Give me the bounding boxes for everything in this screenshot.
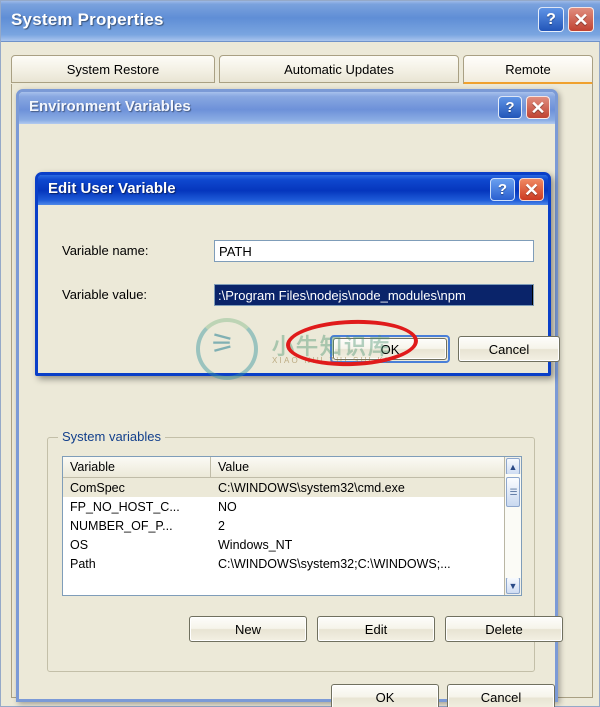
- environment-variables-titlebar: Environment Variables ? ✕: [19, 92, 555, 124]
- edit-user-variable-titlebar: Edit User Variable ? ✕: [38, 175, 548, 205]
- tab-system-restore[interactable]: System Restore: [11, 55, 215, 83]
- environment-variables-footer: OK Cancel: [19, 684, 555, 707]
- environment-variables-titlebar-buttons: ? ✕: [498, 96, 550, 119]
- system-variables-header-row: Variable Value: [63, 457, 521, 478]
- cancel-button[interactable]: Cancel: [458, 336, 560, 362]
- edit-user-variable-titlebar-buttons: ? ✕: [490, 178, 544, 201]
- close-glyph: ✕: [573, 9, 589, 30]
- system-variables-group: System variables Variable Value ComSpec …: [47, 429, 563, 672]
- help-icon[interactable]: ?: [498, 96, 522, 119]
- table-row[interactable]: NUMBER_OF_P... 2: [63, 516, 521, 535]
- edit-user-variable-body: Variable name: Variable value: :\Program…: [38, 205, 560, 373]
- edit-user-variable-title: Edit User Variable: [48, 180, 176, 197]
- system-properties-titlebar-buttons: ? ✕: [538, 7, 594, 32]
- cell-value: C:\WINDOWS\system32;C:\WINDOWS;...: [218, 556, 451, 571]
- table-row[interactable]: ComSpec C:\WINDOWS\system32\cmd.exe: [63, 478, 521, 497]
- edit-user-variable-buttons: OK Cancel: [38, 335, 560, 363]
- edit-button[interactable]: Edit: [317, 616, 435, 642]
- tab-strip: System Restore Automatic Updates Remote: [11, 55, 593, 85]
- close-icon[interactable]: ✕: [568, 7, 594, 32]
- new-button[interactable]: New: [189, 616, 307, 642]
- scroll-up-icon[interactable]: ▲: [506, 458, 520, 475]
- cell-variable: FP_NO_HOST_C...: [70, 499, 180, 514]
- variable-value-label: Variable value:: [62, 287, 148, 302]
- table-row[interactable]: FP_NO_HOST_C... NO: [63, 497, 521, 516]
- cell-value: 2: [218, 518, 225, 533]
- tab-automatic-updates[interactable]: Automatic Updates: [219, 55, 459, 83]
- env-cancel-button[interactable]: Cancel: [447, 684, 555, 707]
- edit-user-variable-dialog: Edit User Variable ? ✕ Variable name: Va…: [35, 172, 560, 376]
- cell-value: Windows_NT: [218, 537, 293, 552]
- environment-variables-title: Environment Variables: [29, 98, 191, 115]
- system-properties-title: System Properties: [11, 10, 164, 29]
- screen: System Properties ? ✕ System Restore Aut…: [0, 0, 600, 707]
- system-variables-rows: ComSpec C:\WINDOWS\system32\cmd.exe FP_N…: [63, 478, 521, 573]
- table-row[interactable]: OS Windows_NT: [63, 535, 521, 554]
- ok-button[interactable]: OK: [333, 338, 447, 360]
- text-caret: [532, 285, 533, 305]
- scroll-down-icon[interactable]: ▼: [506, 577, 520, 594]
- variable-value-selected-text[interactable]: :\Program Files\nodejs\node_modules\npm: [215, 285, 533, 305]
- close-glyph: ✕: [530, 97, 546, 118]
- tab-remote[interactable]: Remote: [463, 55, 593, 85]
- close-icon[interactable]: ✕: [519, 178, 544, 201]
- scrollbar-thumb[interactable]: ☰: [506, 477, 520, 507]
- cell-value: C:\WINDOWS\system32\cmd.exe: [218, 480, 405, 495]
- table-row[interactable]: Path C:\WINDOWS\system32;C:\WINDOWS;...: [63, 554, 521, 573]
- system-properties-titlebar: System Properties ? ✕: [1, 1, 600, 42]
- close-glyph: ✕: [523, 179, 540, 200]
- close-icon[interactable]: ✕: [526, 96, 550, 119]
- column-header-value[interactable]: Value: [211, 457, 521, 477]
- delete-button[interactable]: Delete: [445, 616, 563, 642]
- cell-variable: Path: [70, 556, 96, 571]
- help-icon[interactable]: ?: [490, 178, 515, 201]
- system-variables-listbox[interactable]: Variable Value ComSpec C:\WINDOWS\system…: [62, 456, 522, 596]
- variable-name-input[interactable]: [214, 240, 534, 262]
- system-variables-group-label: System variables: [58, 429, 165, 444]
- cell-variable: NUMBER_OF_P...: [70, 518, 173, 533]
- system-variables-buttons: New Edit Delete: [62, 616, 563, 642]
- cell-value: NO: [218, 499, 237, 514]
- cell-variable: OS: [70, 537, 89, 552]
- ok-button-focus-frame: OK: [330, 335, 450, 363]
- variable-name-label: Variable name:: [62, 243, 149, 258]
- column-header-variable[interactable]: Variable: [63, 457, 211, 477]
- system-variables-scrollbar[interactable]: ▲ ☰ ▼: [504, 457, 521, 595]
- env-ok-button[interactable]: OK: [331, 684, 439, 707]
- cell-variable: ComSpec: [70, 480, 125, 495]
- variable-name-row: Variable name:: [38, 240, 548, 262]
- help-icon[interactable]: ?: [538, 7, 564, 32]
